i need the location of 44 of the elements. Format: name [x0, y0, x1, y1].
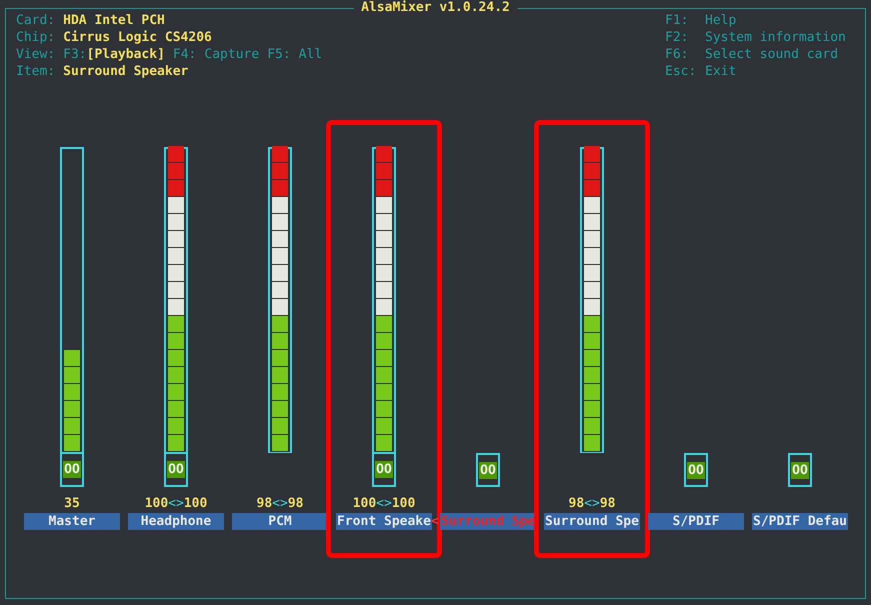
- mute-toggle[interactable]: OO: [476, 453, 500, 487]
- channel-name[interactable]: Master: [24, 513, 120, 530]
- key-action: Exit: [705, 64, 736, 79]
- volume-meter[interactable]: [60, 147, 84, 453]
- mute-toggle[interactable]: OO: [372, 453, 396, 487]
- volume-meter[interactable]: [164, 147, 188, 453]
- channel-name[interactable]: Surround Spe: [544, 513, 640, 530]
- view-key: F4:: [172, 47, 196, 62]
- volume-value: 35: [64, 496, 80, 511]
- info-value: Surround Speaker: [63, 64, 188, 79]
- info-value: Cirrus Logic CS4206: [63, 30, 212, 45]
- view-option[interactable]: [Playback]: [86, 47, 165, 62]
- view-key: F5:: [267, 47, 291, 62]
- mute-toggle[interactable]: OO: [788, 453, 812, 487]
- info-label: Chip:: [16, 30, 56, 45]
- info-label: Item:: [16, 64, 56, 79]
- info-value: HDA Intel PCH: [63, 13, 165, 28]
- volume-meter[interactable]: [268, 147, 292, 453]
- volume-value: 100<>100: [352, 496, 416, 511]
- channel-name[interactable]: PCM: [232, 513, 328, 530]
- channel-name[interactable]: Front Speake: [336, 513, 432, 530]
- volume-value: 98<>98: [568, 496, 616, 511]
- info-label: Card:: [16, 13, 56, 28]
- key-shortcut: F2:: [665, 29, 690, 46]
- volume-meter[interactable]: [580, 147, 604, 453]
- view-option[interactable]: Capture: [204, 47, 260, 62]
- volume-meter[interactable]: [372, 147, 396, 453]
- key-shortcut: Esc:: [665, 63, 698, 80]
- volume-value: 100<>100: [144, 496, 208, 511]
- channel-name[interactable]: S/PDIF Defau: [752, 513, 848, 530]
- key-action: System information: [705, 30, 846, 45]
- key-shortcut: F6:: [665, 46, 690, 63]
- channel-name[interactable]: S/PDIF: [648, 513, 744, 530]
- mute-toggle[interactable]: OO: [684, 453, 708, 487]
- key-action: Select sound card: [705, 47, 838, 62]
- channel-name[interactable]: Headphone: [128, 513, 224, 530]
- mute-toggle[interactable]: OO: [164, 453, 188, 487]
- view-key: F3:: [63, 47, 87, 62]
- volume-value: 98<>98: [256, 496, 304, 511]
- key-action: Help: [705, 13, 736, 28]
- view-option[interactable]: All: [298, 47, 322, 62]
- mute-toggle[interactable]: OO: [60, 453, 84, 487]
- key-shortcut: F1:: [665, 12, 690, 29]
- info-label: View:: [16, 47, 56, 62]
